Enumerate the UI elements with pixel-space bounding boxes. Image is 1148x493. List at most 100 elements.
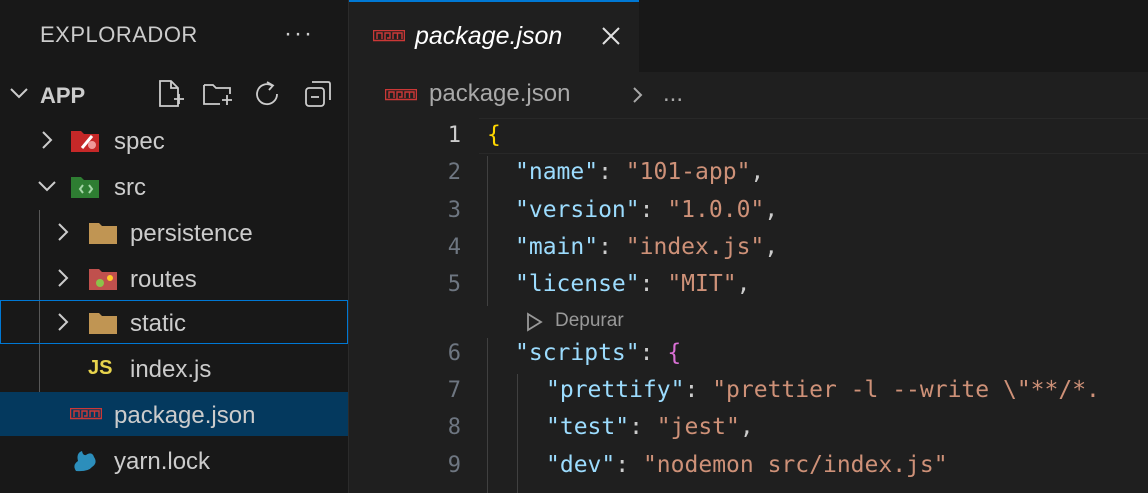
json-comma: , [739,414,754,440]
line-number: 5 [447,272,461,297]
tree-item-label: package.json [114,402,256,429]
indent-guide [517,374,518,493]
breadcrumb-more[interactable]: ... [663,80,683,108]
folder-icon [89,313,117,334]
yarn-icon [74,451,96,472]
breadcrumb-file[interactable]: package.json [429,80,570,108]
tree-item-label: src [114,174,146,201]
json-key: "prettify" [546,377,685,403]
code-line[interactable]: { [487,122,501,148]
tree-item-spec[interactable]: spec [0,118,348,162]
play-icon [527,312,543,332]
json-key: "name" [515,159,599,185]
json-brace: { [667,340,682,366]
source-folder-open-icon [71,177,99,198]
close-icon[interactable] [599,24,623,48]
tree-item-label: yarn.lock [114,448,211,475]
code-line[interactable]: "scripts": { [515,340,681,366]
routes-folder-icon [89,269,117,290]
json-key: "license" [515,271,640,297]
json-colon: : [639,271,668,297]
json-string: "prettier -l --write \"**/*. [712,377,1100,403]
chevron-right-icon [58,223,69,241]
tree-item-label: spec [114,128,165,155]
json-comma: , [736,271,751,297]
tab-package-json[interactable]: package.json [349,0,639,72]
npm-icon [373,30,405,42]
tree-item-yarn-lock[interactable]: yarn.lock [0,438,348,482]
json-colon: : [598,159,626,185]
json-key: "dev" [546,452,616,478]
section-header-app[interactable]: APP [0,74,348,116]
explorer-sidebar: EXPLORADOR ··· APP spec src persistence … [0,0,348,493]
refresh-icon[interactable] [252,78,284,110]
code-line[interactable]: "version": "1.0.0", [515,197,778,223]
json-string: "MIT" [667,271,737,297]
tree-item-package-json[interactable]: package.json [0,392,348,436]
code-line[interactable]: "main": "index.js", [515,234,778,260]
npm-icon [385,89,417,101]
code-line[interactable]: "test": "jest", [546,414,754,440]
line-number: 1 [447,123,461,148]
json-string: "index.js" [625,234,765,260]
tree-item-label: persistence [130,220,253,247]
editor-area: package.json package.json ... 1 2 3 4 5 … [349,0,1148,493]
code-line[interactable]: "prettify": "prettier -l --write \"**/*. [546,377,1100,403]
json-colon: : [639,340,668,366]
json-string: "jest" [656,414,740,440]
more-actions-icon[interactable]: ··· [284,20,314,48]
line-number: 9 [447,453,461,478]
indent-guide [487,338,488,493]
tree-item-label: index.js [130,356,212,383]
test-folder-icon [71,131,99,152]
chevron-right-icon [633,87,643,103]
tree-item-label: routes [130,266,197,293]
tree-item-label: static [130,310,187,337]
json-string: "nodemon src/index.js" [642,452,948,478]
explorer-title: EXPLORADOR [40,22,198,47]
section-title: APP [40,83,86,108]
json-key: "main" [515,234,599,260]
json-key: "version" [515,197,640,223]
tab-bar: package.json [349,0,1148,72]
collapse-all-icon[interactable] [302,78,334,110]
tree-item-static[interactable]: static [0,300,348,344]
line-number: 6 [447,341,461,366]
json-string: "101-app" [625,159,751,185]
tree-item-index-js[interactable]: JS index.js [0,346,348,390]
json-brace: { [487,122,501,148]
tab-label: package.json [415,22,563,50]
line-number: 4 [447,235,461,260]
json-key: "test" [546,414,630,440]
json-key: "scripts" [515,340,640,366]
tree-item-src[interactable]: src [0,164,348,208]
code-line[interactable]: "name": "101-app", [515,159,764,185]
json-comma: , [764,234,779,260]
json-colon: : [615,452,643,478]
json-colon: : [684,377,713,403]
chevron-right-icon [58,269,69,287]
folder-icon [89,223,117,244]
json-comma: , [750,159,765,185]
javascript-file-icon: JS [88,357,113,379]
new-folder-icon[interactable] [202,78,234,110]
npm-icon [70,408,102,420]
code-line[interactable]: "license": "MIT", [515,271,750,297]
json-string: "1.0.0" [667,197,765,223]
chevron-right-icon [58,313,69,331]
chevron-down-icon [38,181,56,192]
line-number: 3 [447,198,461,223]
tree-item-persistence[interactable]: persistence [0,210,348,254]
line-number: 2 [447,160,461,185]
indent-guide [487,156,488,306]
new-file-icon[interactable] [154,78,186,110]
json-comma: , [764,197,779,223]
codelens-label: Depurar [555,310,624,331]
chevron-right-icon [42,131,53,149]
json-colon: : [598,234,626,260]
line-number: 8 [447,415,461,440]
line-number: 7 [447,378,461,403]
code-line[interactable]: "dev": "nodemon src/index.js" [546,452,948,478]
json-colon: : [639,197,668,223]
tree-item-routes[interactable]: routes [0,256,348,300]
